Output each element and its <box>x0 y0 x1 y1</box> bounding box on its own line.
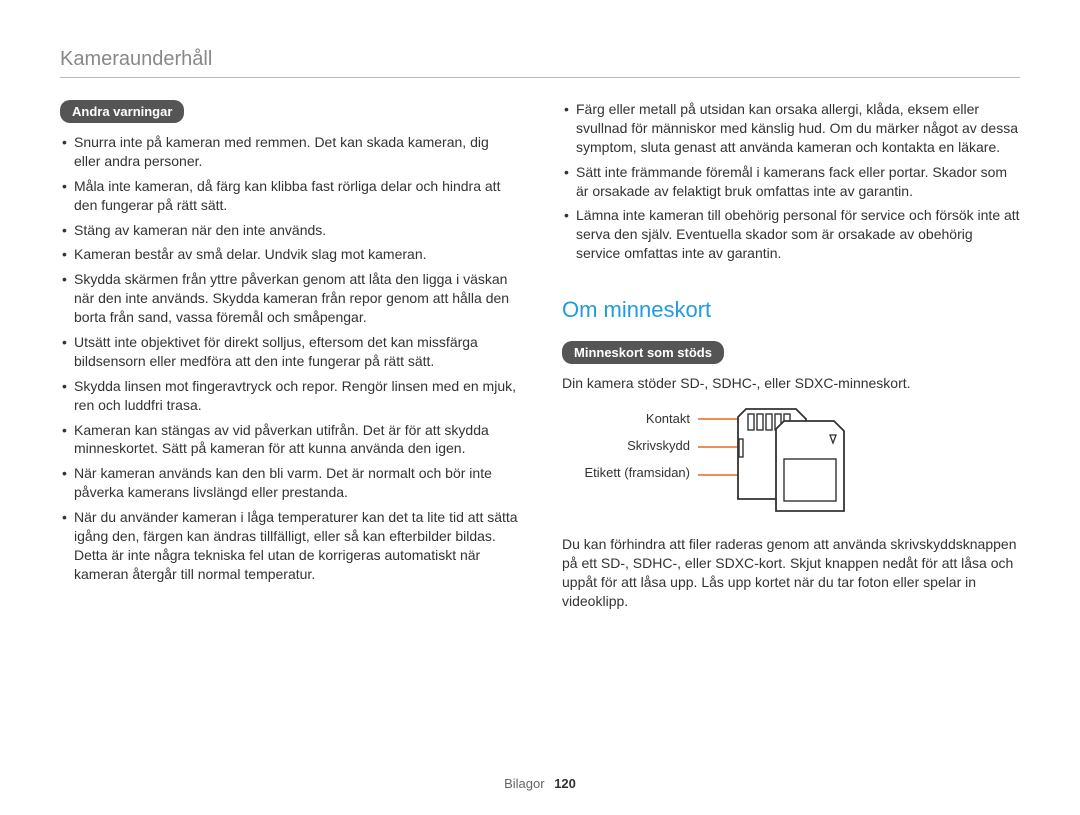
right-column: Färg eller metall på utsidan kan orsaka … <box>562 100 1020 617</box>
list-item: Lämna inte kameran till obehörig persona… <box>562 206 1020 263</box>
memory-intro: Din kamera stöder SD-, SDHC-, eller SDXC… <box>562 374 1020 393</box>
sd-labels: Kontakt Skrivskydd Etikett (framsidan) <box>562 407 690 480</box>
list-item: Kameran kan stängas av vid påverkan utif… <box>60 421 518 459</box>
warnings-list-continued: Färg eller metall på utsidan kan orsaka … <box>562 100 1020 263</box>
list-item: Kameran består av små delar. Undvik slag… <box>60 245 518 264</box>
label-contact: Kontakt <box>646 411 690 426</box>
list-item: Skydda linsen mot fingeravtryck och repo… <box>60 377 518 415</box>
memory-outro: Du kan förhindra att filer raderas genom… <box>562 535 1020 611</box>
list-item: När du använder kameran i låga temperatu… <box>60 508 518 584</box>
list-item: Färg eller metall på utsidan kan orsaka … <box>562 100 1020 157</box>
sd-card-diagram: Kontakt Skrivskydd Etikett (framsidan) <box>562 407 1020 517</box>
sd-card-icon <box>698 407 868 517</box>
list-item: Skydda skärmen från yttre påverkan genom… <box>60 270 518 327</box>
page-title: Kameraunderhåll <box>60 48 1020 78</box>
left-column: Andra varningar Snurra inte på kameran m… <box>60 100 518 617</box>
memory-heading: Om minneskort <box>562 297 1020 323</box>
list-item: Sätt inte främmande föremål i kamerans f… <box>562 163 1020 201</box>
pill-other-warnings: Andra varningar <box>60 100 184 123</box>
list-item: Stäng av kameran när den inte används. <box>60 221 518 240</box>
pill-supported-cards: Minneskort som stöds <box>562 341 724 364</box>
list-item: Snurra inte på kameran med remmen. Det k… <box>60 133 518 171</box>
label-writeprotect: Skrivskydd <box>627 438 690 453</box>
label-front: Etikett (framsidan) <box>585 465 690 480</box>
footer-page-number: 120 <box>554 776 576 791</box>
footer-section: Bilagor <box>504 776 544 791</box>
list-item: När kameran används kan den bli varm. De… <box>60 464 518 502</box>
list-item: Utsätt inte objektivet för direkt sollju… <box>60 333 518 371</box>
list-item: Måla inte kameran, då färg kan klibba fa… <box>60 177 518 215</box>
page-footer: Bilagor 120 <box>0 776 1080 791</box>
warnings-list: Snurra inte på kameran med remmen. Det k… <box>60 133 518 584</box>
content-columns: Andra varningar Snurra inte på kameran m… <box>60 100 1020 617</box>
